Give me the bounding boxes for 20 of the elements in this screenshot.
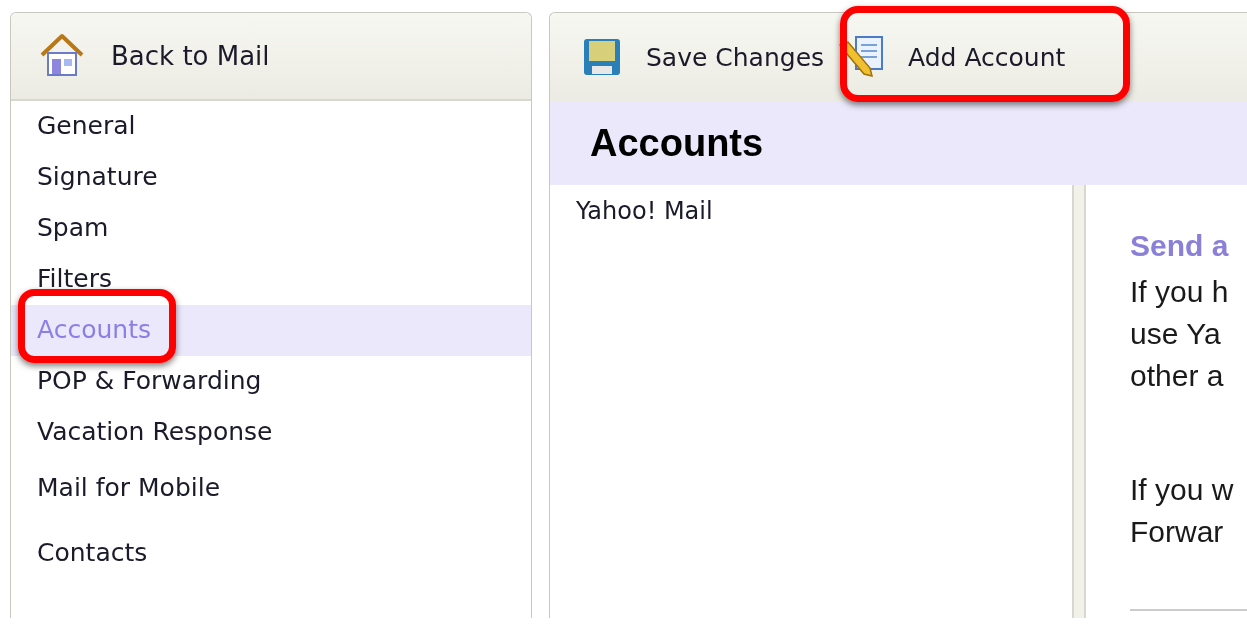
sidebar-item[interactable]: Mail for Mobile — [11, 463, 531, 514]
paragraph-line: use Ya — [1130, 316, 1222, 352]
section-heading: Send a — [1130, 229, 1230, 263]
sidebar-item[interactable]: General — [11, 101, 531, 152]
paragraph-line: If you h — [1130, 274, 1230, 310]
paragraph-line: If you w — [1130, 472, 1235, 508]
sidebar-item[interactable]: Contacts — [11, 528, 531, 579]
sidebar-item[interactable]: Filters — [11, 254, 531, 305]
paragraph-line: other a — [1130, 358, 1225, 394]
page-title: Accounts — [590, 121, 764, 165]
sidebar-item[interactable]: Vacation Response — [11, 407, 531, 458]
sidebar-item[interactable]: POP & Forwarding — [11, 356, 531, 407]
back-to-mail-button[interactable]: Back to Mail — [11, 13, 531, 101]
account-list-item[interactable]: Yahoo! Mail — [576, 197, 1072, 225]
sidebar-item[interactable]: Signature — [11, 152, 531, 203]
add-account-button[interactable]: Add Account — [834, 29, 1076, 85]
sidebar-item[interactable]: Spam — [11, 203, 531, 254]
splitter-bar[interactable] — [1072, 185, 1086, 618]
paragraph-line: Forwar — [1130, 514, 1225, 550]
save-changes-button[interactable]: Save Changes — [582, 29, 835, 85]
